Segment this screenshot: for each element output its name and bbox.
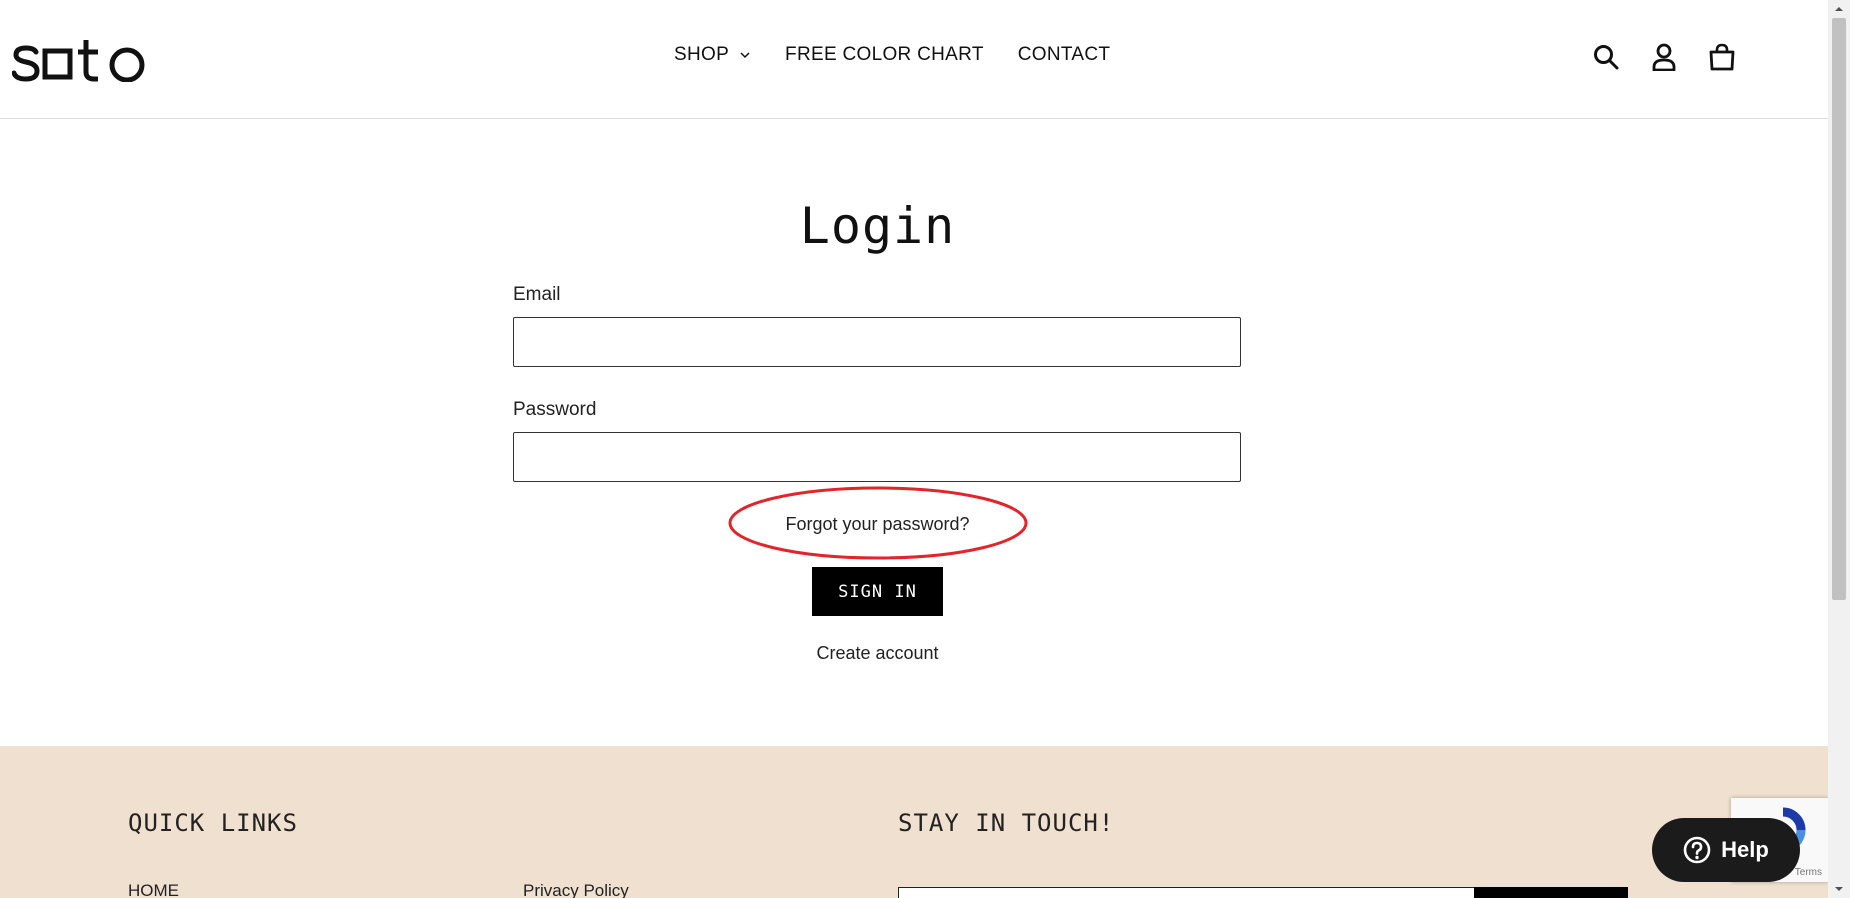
- scrollbar-thumb[interactable]: [1832, 18, 1846, 600]
- password-label: Password: [513, 399, 597, 420]
- forgot-password-link[interactable]: Forgot your password?: [0, 514, 1755, 535]
- scroll-down-arrow-icon[interactable]: [1828, 880, 1850, 898]
- nav-contact-label: CONTACT: [1017, 44, 1111, 65]
- main-nav: SHOP FREE COLOR CHART CONTACT: [674, 44, 1110, 66]
- quick-links-heading: QUICK LINKS: [128, 809, 298, 837]
- cart-icon[interactable]: [1708, 42, 1736, 72]
- email-field[interactable]: [513, 317, 1241, 367]
- nav-contact[interactable]: CONTACT: [1018, 44, 1111, 66]
- help-button[interactable]: Help: [1652, 818, 1800, 882]
- page-title: Login: [799, 197, 956, 255]
- account-icon[interactable]: [1650, 42, 1678, 72]
- site-header: SHOP FREE COLOR CHART CONTACT: [0, 0, 1828, 119]
- site-footer: QUICK LINKS STAY IN TOUCH! HOME Privacy …: [0, 746, 1828, 898]
- login-section: Login Email Password Forgot your passwor…: [0, 119, 1828, 746]
- search-icon[interactable]: [1592, 42, 1620, 72]
- help-label: Help: [1721, 837, 1769, 862]
- header-icons: [1592, 42, 1736, 72]
- footer-link-home[interactable]: HOME: [128, 881, 179, 898]
- question-circle-icon: [1683, 836, 1711, 864]
- vertical-scrollbar[interactable]: [1828, 0, 1850, 898]
- logo-mark: [12, 40, 145, 82]
- page: SHOP FREE COLOR CHART CONTACT Login Emai…: [0, 0, 1850, 898]
- password-field[interactable]: [513, 432, 1241, 482]
- create-account-link[interactable]: Create account: [0, 643, 1755, 664]
- chevron-down-icon: [739, 49, 751, 61]
- email-label: Email: [513, 284, 561, 305]
- newsletter-subscribe-button[interactable]: [1474, 887, 1628, 898]
- stay-in-touch-heading: STAY IN TOUCH!: [898, 809, 1115, 837]
- nav-shop-label: SHOP: [674, 44, 730, 65]
- scroll-up-arrow-icon[interactable]: [1828, 0, 1850, 18]
- recaptcha-terms-text[interactable]: Terms: [1795, 867, 1822, 878]
- nav-free-color-chart-label: FREE COLOR CHART: [785, 44, 984, 65]
- nav-shop[interactable]: SHOP: [674, 44, 751, 66]
- footer-link-privacy-policy[interactable]: Privacy Policy: [523, 881, 629, 898]
- site-logo[interactable]: [12, 38, 148, 82]
- nav-free-color-chart[interactable]: FREE COLOR CHART: [785, 44, 984, 66]
- newsletter-email-input[interactable]: [898, 887, 1476, 898]
- sign-in-button[interactable]: SIGN IN: [812, 567, 943, 616]
